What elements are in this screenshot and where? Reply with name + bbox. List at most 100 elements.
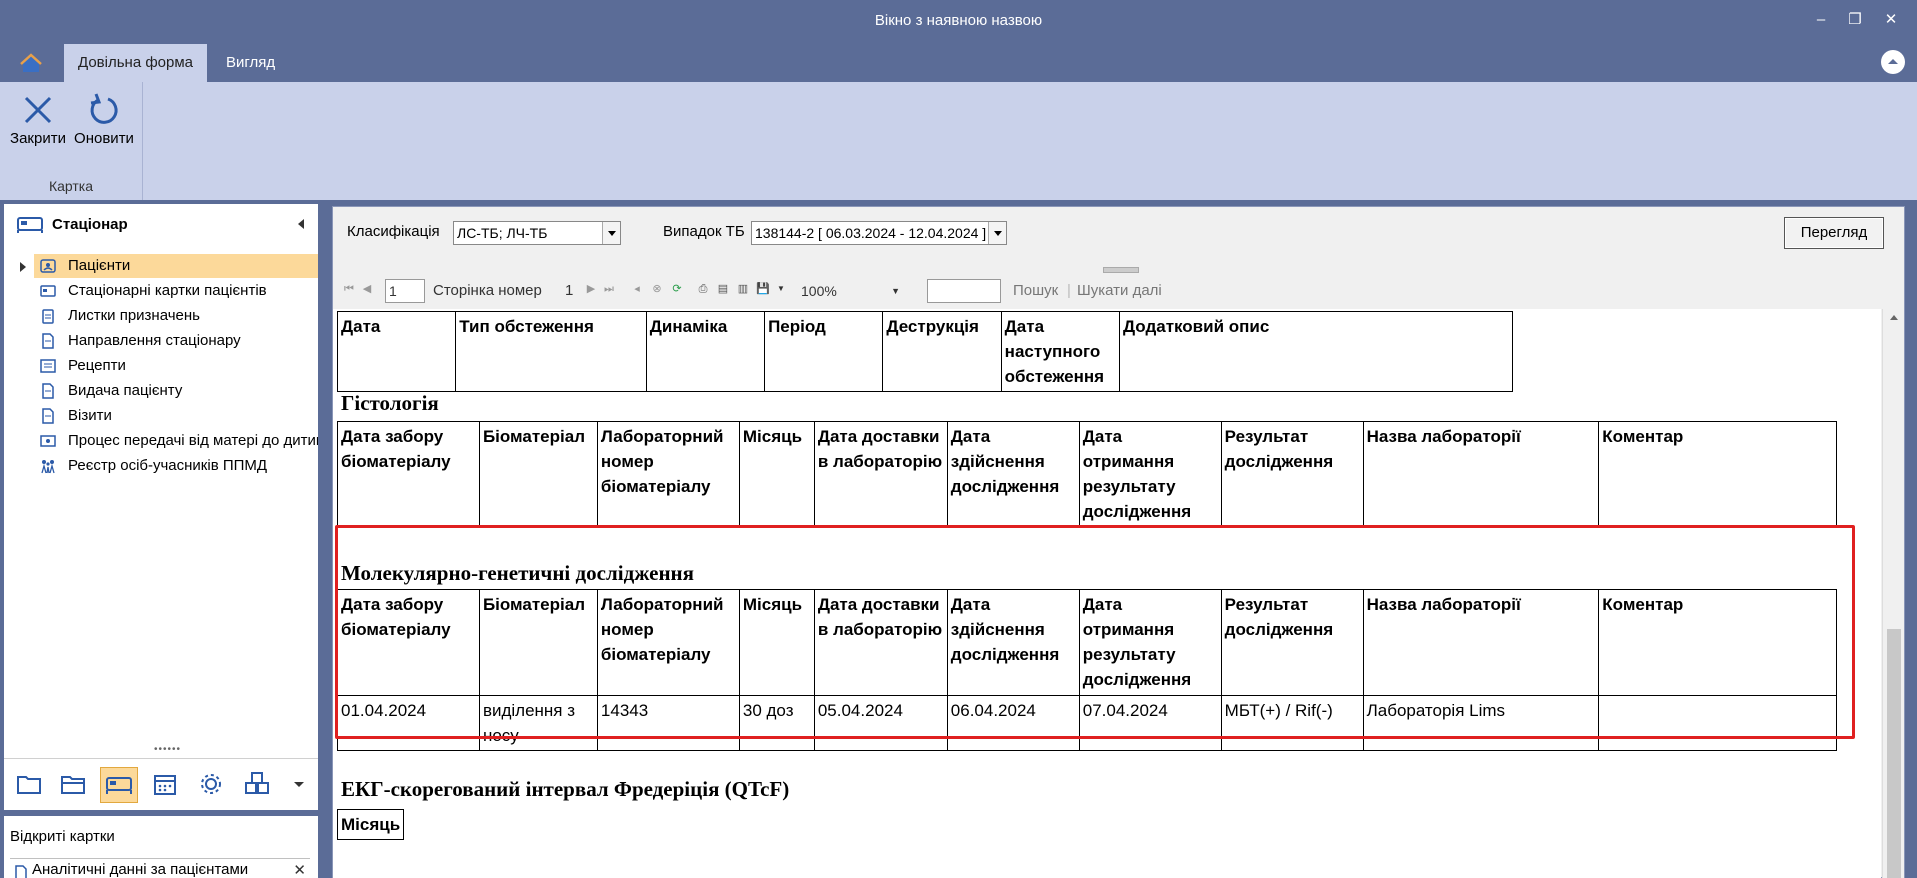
chevron-down-icon[interactable] (280, 767, 318, 803)
sidebar-item-mother-child-transfer[interactable]: Процес передачі від матері до дитини (34, 429, 318, 453)
stop-icon[interactable]: ⊗ (649, 281, 665, 297)
sidebar-item-label: Пацієнти (68, 257, 131, 274)
gear-cluster-icon[interactable] (192, 767, 230, 803)
open-card-label: Аналітичні данні за пацієнтами (32, 861, 249, 878)
toolbar-separator: | (1067, 282, 1071, 299)
expand-arrow-icon[interactable] (20, 262, 26, 272)
sidebar-item-ppmd-registry[interactable]: Реєстр осіб-учасників ППМД (34, 454, 318, 478)
search-input[interactable] (927, 279, 1001, 303)
refresh-button[interactable]: Оновити (72, 88, 136, 168)
tab-view[interactable]: Вигляд (212, 44, 289, 82)
ribbon-group-label: Картка (48, 178, 94, 194)
document-icon (15, 865, 27, 878)
sidebar-item-label: Видача пацієнту (68, 382, 183, 399)
column-header: Результат дослідження (1220, 421, 1364, 528)
next-page-icon[interactable]: ▶ (583, 281, 599, 297)
report-page: Дата Тип обстеження Динаміка Період Дест… (333, 309, 1881, 878)
minimize-button[interactable]: – (1806, 8, 1836, 32)
chevron-down-icon[interactable] (602, 222, 620, 244)
sidebar-item-dispensing[interactable]: Видача пацієнту (34, 379, 318, 403)
panel-splitter[interactable] (1103, 267, 1139, 273)
home-icon (20, 53, 42, 72)
section-title: Гістологія (341, 391, 439, 415)
zoom-select[interactable]: 100% ▼ (797, 279, 905, 303)
chevron-down-icon[interactable] (988, 222, 1006, 244)
sidebar-item-visits[interactable]: Візити (34, 404, 318, 428)
find-next-button[interactable]: Шукати далі (1077, 281, 1162, 301)
home-tab[interactable] (12, 48, 50, 78)
cubes-icon[interactable] (238, 767, 276, 803)
splitter-grip[interactable]: •••••• (154, 744, 181, 755)
close-window-button[interactable]: ✕ (1876, 8, 1906, 32)
sidebar-item-label: Направлення стаціонару (68, 332, 241, 349)
transfer-icon (40, 435, 56, 447)
open-card-item[interactable]: Аналітичні данні за пацієнтами ✕ (10, 858, 310, 878)
title-bar: Вікно з наявною назвою – ❐ ✕ (0, 0, 1917, 42)
navigation-panel: Стаціонар Пацієнти Стаціонарні картки па… (4, 204, 318, 810)
report-viewer: Класифікація ЛС-ТБ; ЛЧ-ТБ Випадок ТБ 138… (332, 206, 1905, 878)
sidebar-item-label: Стаціонарні картки пацієнтів (68, 282, 267, 299)
histology-table: Дата забору біоматеріалу Біоматеріал Лаб… (337, 421, 1837, 528)
close-card-icon[interactable]: ✕ (293, 861, 306, 878)
ecg-table: Місяць (336, 809, 405, 840)
print-layout-icon[interactable]: ▤ (715, 281, 731, 297)
sidebar-item-patients[interactable]: Пацієнти (34, 254, 318, 278)
page-setup-icon[interactable]: ▥ (735, 281, 751, 297)
tb-case-select[interactable]: 138144-2 [ 06.03.2024 - 12.04.2024 ] (751, 221, 1007, 245)
open-cards-header: Відкриті картки (10, 828, 115, 845)
tb-case-label: Випадок ТБ (663, 223, 745, 240)
vertical-scrollbar[interactable] (1882, 309, 1904, 878)
print-icon[interactable]: ⎙ (695, 281, 711, 297)
clipboard-icon (42, 309, 54, 324)
close-button[interactable]: Закрити (6, 88, 70, 168)
scroll-up-icon[interactable] (1890, 315, 1898, 320)
column-header: Дата отримання результату дослідження (1078, 421, 1222, 528)
open-cards-panel: Відкриті картки Аналітичні данні за паці… (4, 816, 318, 878)
scroll-thumb[interactable] (1887, 629, 1901, 878)
export-icon[interactable]: 💾 (755, 281, 771, 297)
filter-bar: Класифікація ЛС-ТБ; ЛЧ-ТБ Випадок ТБ 138… (333, 207, 1904, 267)
patient-card-icon (40, 259, 56, 273)
tab-custom-form[interactable]: Довільна форма (64, 44, 208, 82)
back-icon[interactable]: ◂ (629, 281, 645, 297)
nav-header[interactable]: Стаціонар (4, 204, 318, 244)
chevron-down-icon[interactable]: ▼ (891, 280, 900, 302)
prev-page-icon[interactable]: ◀ (359, 281, 375, 297)
first-page-icon[interactable]: ⏮ (341, 281, 357, 297)
column-header: Деструкція (882, 311, 1002, 392)
report-toolbar: ⏮ ◀ 1 Сторінка номер 1 ▶ ⏭ ◂ ⊗ ⟳ ⎙ ▤ ▥ 💾… (333, 277, 1904, 305)
export-dropdown-icon[interactable]: ▼ (773, 281, 789, 297)
view-button[interactable]: Перегляд (1784, 217, 1884, 249)
sidebar-item-recipes[interactable]: Рецепти (34, 354, 318, 378)
sidebar-item-referrals[interactable]: Направлення стаціонару (34, 329, 318, 353)
search-button[interactable]: Пошук (1013, 281, 1058, 301)
chevron-up-icon (1888, 59, 1898, 64)
collapse-ribbon-button[interactable] (1881, 50, 1905, 74)
column-header: Коментар (1598, 421, 1837, 528)
column-header: Дата (336, 311, 457, 392)
sidebar-item-label: Реєстр осіб-учасників ППМД (68, 457, 268, 474)
collapse-panel-icon[interactable] (296, 218, 306, 230)
sidebar-item-label: Процес передачі від матері до дитини (68, 432, 318, 449)
column-header: Місяць (336, 809, 405, 840)
refresh-icon (90, 93, 118, 124)
folder-icon[interactable] (10, 767, 48, 803)
refresh-button-label: Оновити (74, 130, 134, 147)
calendar-icon[interactable] (146, 767, 184, 803)
column-header: Дата забору біоматеріалу (337, 421, 480, 528)
sidebar-item-inpatient-cards[interactable]: Стаціонарні картки пацієнтів (34, 279, 318, 303)
folder-open-icon[interactable] (54, 767, 92, 803)
refresh-report-icon[interactable]: ⟳ (669, 281, 685, 297)
sidebar-item-prescription-sheets[interactable]: Листки призначень (34, 304, 318, 328)
page-number-input[interactable]: 1 (385, 279, 425, 303)
bed-icon[interactable] (100, 767, 138, 803)
classification-select[interactable]: ЛС-ТБ; ЛЧ-ТБ (453, 221, 621, 245)
window-title: Вікно з наявною назвою (874, 12, 1043, 29)
sidebar-item-label: Рецепти (68, 357, 126, 374)
nav-header-label: Стаціонар (52, 216, 128, 233)
classification-label: Класифікація (347, 223, 440, 240)
prescription-icon (40, 359, 56, 373)
sidebar-item-label: Візити (68, 407, 112, 424)
restore-button[interactable]: ❐ (1840, 8, 1870, 32)
last-page-icon[interactable]: ⏭ (601, 281, 617, 297)
